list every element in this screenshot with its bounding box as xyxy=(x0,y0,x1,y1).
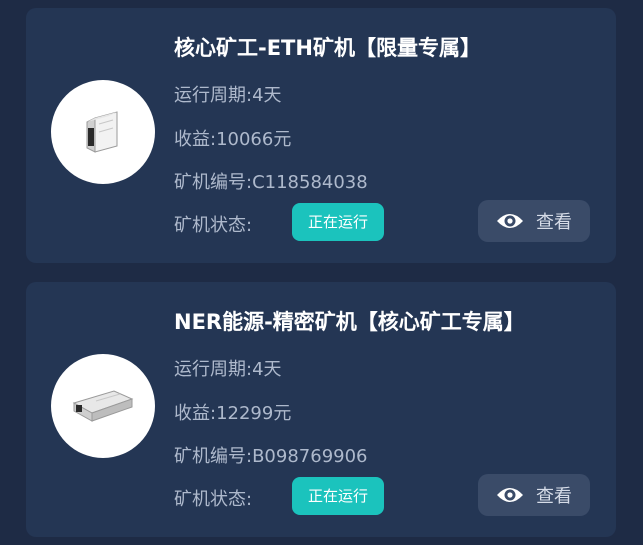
eye-icon xyxy=(496,485,524,505)
miner-id-value: C118584038 xyxy=(252,172,368,193)
miner-title: 核心矿工-ETH矿机【限量专属】 xyxy=(174,36,481,60)
run-period-value: 4天 xyxy=(252,85,282,106)
view-button[interactable]: 查看 xyxy=(478,200,590,242)
mining-rig-icon xyxy=(86,111,118,153)
status-label: 矿机状态: xyxy=(174,489,253,510)
run-period-label: 运行周期: xyxy=(174,85,253,106)
miner-card: 核心矿工-ETH矿机【限量专属】 运行周期:4天 收益:10066元 矿机编号:… xyxy=(26,8,616,263)
miner-image xyxy=(51,80,155,184)
run-period-row: 运行周期:4天 xyxy=(174,355,282,381)
income-value: 10066元 xyxy=(216,129,292,150)
status-badge: 正在运行 xyxy=(292,203,384,241)
view-button-label: 查看 xyxy=(536,212,572,233)
miner-image xyxy=(51,354,155,458)
income-label: 收益: xyxy=(174,403,217,424)
run-period-row: 运行周期:4天 xyxy=(174,81,282,107)
income-value: 12299元 xyxy=(216,403,292,424)
miner-id-row: 矿机编号:C118584038 xyxy=(174,168,368,194)
income-row: 收益:12299元 xyxy=(174,399,291,425)
miner-id-value: B098769906 xyxy=(252,446,368,467)
mining-rig-icon xyxy=(72,390,134,422)
view-button-label: 查看 xyxy=(536,486,572,507)
miner-card: NER能源-精密矿机【核心矿工专属】 运行周期:4天 收益:12299元 矿机编… xyxy=(26,282,616,537)
status-label: 矿机状态: xyxy=(174,215,253,236)
miner-title: NER能源-精密矿机【核心矿工专属】 xyxy=(174,310,525,334)
income-label: 收益: xyxy=(174,129,217,150)
miner-id-row: 矿机编号:B098769906 xyxy=(174,442,368,468)
run-period-value: 4天 xyxy=(252,359,282,380)
status-badge: 正在运行 xyxy=(292,477,384,515)
view-button[interactable]: 查看 xyxy=(478,474,590,516)
eye-icon xyxy=(496,211,524,231)
miner-id-label: 矿机编号: xyxy=(174,446,253,467)
run-period-label: 运行周期: xyxy=(174,359,253,380)
income-row: 收益:10066元 xyxy=(174,125,291,151)
miner-id-label: 矿机编号: xyxy=(174,172,253,193)
